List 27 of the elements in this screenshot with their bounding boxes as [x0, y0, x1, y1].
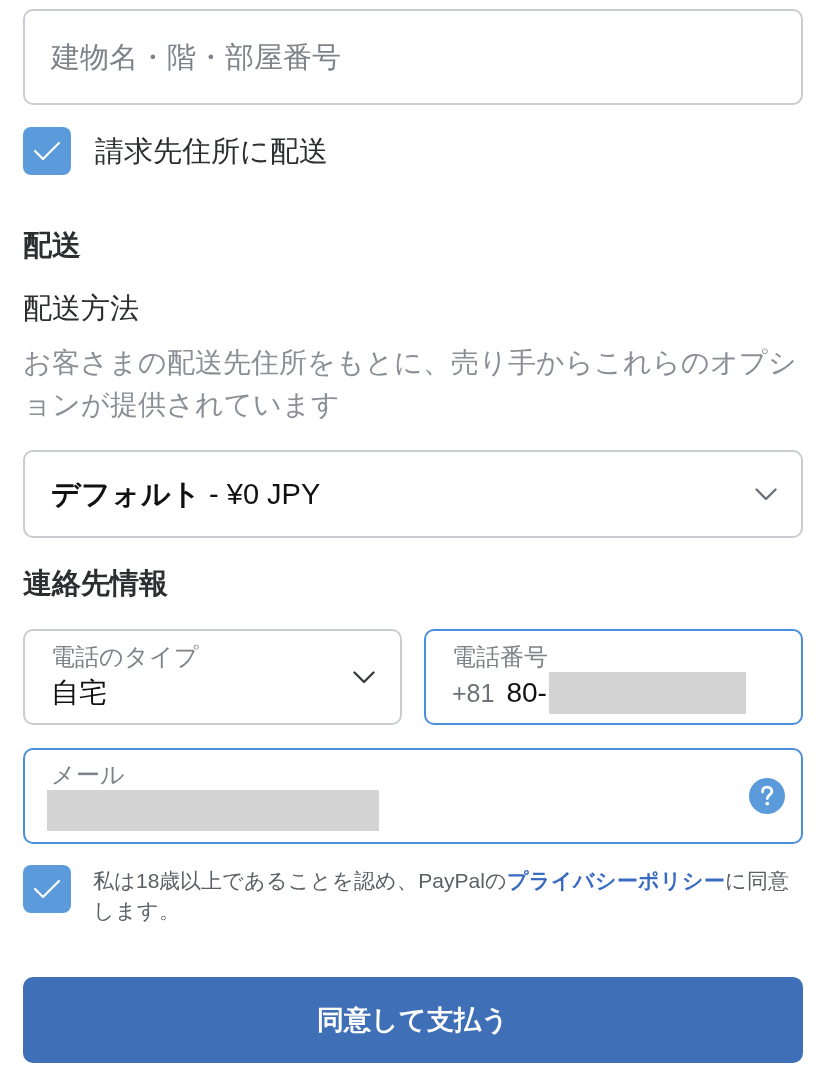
- checkbox[interactable]: [23, 865, 71, 913]
- field-heading: 配送方法: [23, 291, 140, 326]
- checkbox-label: 請求先住所に配送: [95, 134, 328, 169]
- help-icon[interactable]: [749, 778, 785, 814]
- country-code: +81: [452, 678, 495, 709]
- field-value: 自宅: [51, 676, 107, 710]
- consent-text: 私は18歳以上であることを認め、PayPalのプライバシーポリシーに同意します。: [93, 868, 790, 924]
- shipping-method-select[interactable]: デフォルト - ¥0 JPY: [23, 450, 803, 538]
- checkmark-icon: [34, 879, 60, 899]
- description-text: お客さまの配送先住所をもとに、売り手からこれらのオプションが提供されています: [23, 346, 798, 422]
- field-label: 電話番号: [452, 642, 548, 672]
- field-label: メール: [51, 760, 125, 790]
- chevron-down-icon: [755, 487, 777, 501]
- privacy-policy-link[interactable]: プライバシーポリシー: [506, 869, 725, 892]
- field-label: 電話のタイプ: [51, 642, 199, 672]
- selected-option-text: デフォルト - ¥0 JPY: [51, 477, 321, 512]
- checkmark-icon: [34, 141, 60, 161]
- email-field[interactable]: メール: [23, 748, 803, 844]
- phone-type-select[interactable]: 電話のタイプ 自宅: [23, 629, 402, 725]
- phone-number-field[interactable]: 電話番号 +81 80-: [424, 629, 803, 725]
- section-heading: 連絡先情報: [23, 566, 169, 601]
- chevron-down-icon: [353, 670, 375, 684]
- section-heading: 配送: [23, 228, 82, 263]
- field-value: 80-: [506, 676, 547, 710]
- agree-and-pay-button[interactable]: 同意して支払う: [23, 977, 803, 1063]
- checkbox[interactable]: [23, 127, 71, 175]
- building-input[interactable]: 建物名・階・部屋番号: [23, 9, 803, 105]
